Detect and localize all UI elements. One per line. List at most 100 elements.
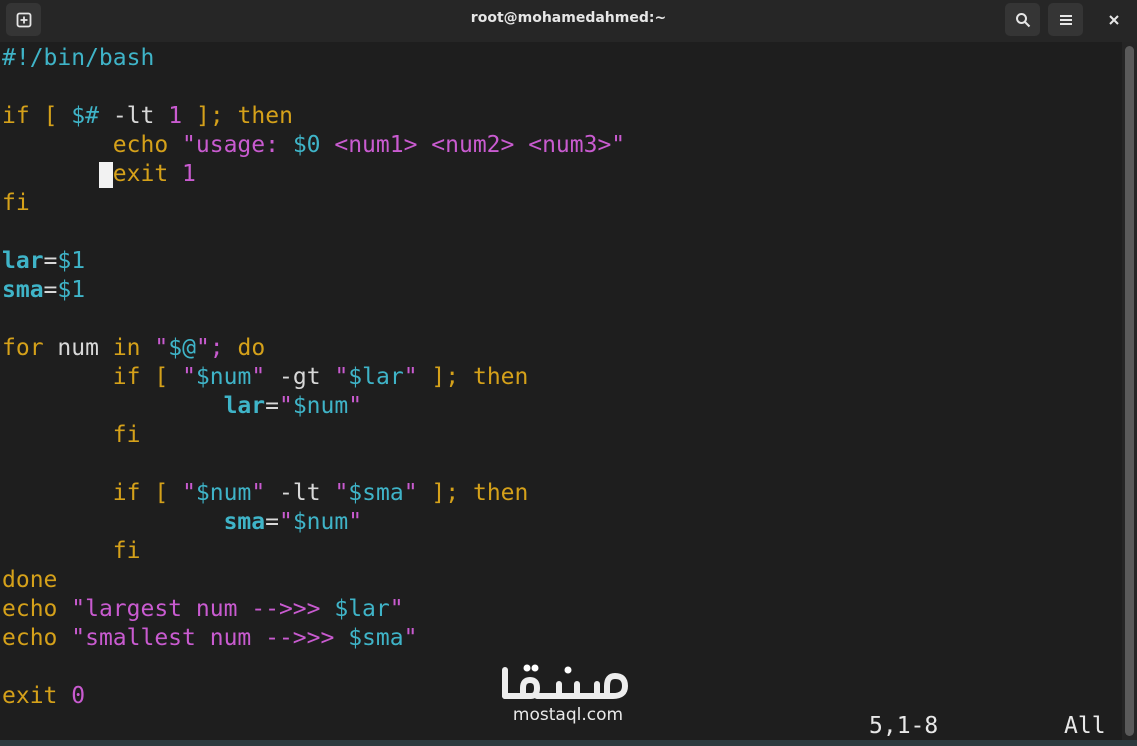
bracket: [ [43,103,58,129]
variable: lar [2,248,44,274]
mostaql-watermark: mostaql.com [497,660,639,730]
window-title: root@mohamedahmed:~ [470,10,667,26]
string: " [348,509,363,535]
code-line: #!/bin/bash [2,44,154,73]
keyword: exit [2,683,58,709]
keyword: then [472,480,529,506]
string: <num1> <num2> <num3>" [320,132,626,158]
variable: sma [2,277,44,303]
string: " [251,480,266,506]
bracket: [ [154,480,169,506]
keyword: then [237,103,293,129]
keyword: exit [112,161,169,187]
code-line: echo "smallest num -->>> $sma" [2,624,417,653]
close-button[interactable] [1096,3,1131,36]
number: 1 [168,103,183,129]
keyword: echo [112,132,169,158]
string: " [182,364,196,390]
variable: $1 [57,248,86,274]
cursor-position: 5,1-8 [869,713,939,739]
variable: $lar [348,364,404,390]
mostaql-logo-icon [502,664,628,699]
code-line: echo "usage: $0 <num1> <num2> <num3>" [2,131,625,160]
keyword: echo [2,596,58,622]
number: 0 [71,683,86,709]
shebang: #!/bin/bash [2,45,155,71]
bracket: ]; [431,364,460,390]
variable: $sma [348,625,404,651]
variable: lar [223,393,266,419]
variable: $0 [292,132,321,158]
bracket: [ [154,364,169,390]
bottom-strip [0,740,1137,746]
bracket: ]; [431,480,460,506]
string: " [403,480,418,506]
string: " [334,480,349,506]
string: " [403,625,418,651]
string: "smallest num -->>> [71,625,349,651]
code-line: sma="$num" [2,508,363,537]
code-line: if [ "$num" -lt "$sma" ]; then [2,479,529,508]
keyword: if [112,364,141,390]
keyword: echo [2,625,58,651]
variable: $@ [168,335,196,361]
variable: $sma [348,480,404,506]
operator: = [43,248,58,274]
string: " [182,480,196,506]
keyword: for [2,335,44,361]
code-line: lar=$1 [2,247,85,276]
operator: -gt [279,364,321,390]
search-button[interactable] [1005,3,1040,36]
vim-editor[interactable]: #!/bin/bash if [ $# -lt 1 ]; then echo "… [0,42,1122,740]
string: " [278,509,293,535]
variable: $num [195,480,252,506]
scroll-indicator: All [1064,713,1106,739]
menu-button[interactable] [1048,3,1083,36]
identifier: num [57,335,99,361]
scrollbar-thumb[interactable] [1125,46,1134,736]
keyword: done [2,567,58,593]
variable: $lar [334,596,390,622]
operator: = [43,277,58,303]
operator: = [265,393,279,419]
string: " [403,364,418,390]
watermark-text: mostaql.com [512,705,624,725]
keyword: fi [112,422,141,448]
variable: sma [223,509,266,535]
variable: $num [195,364,252,390]
code-line: fi [2,421,141,450]
keyword: if [112,480,141,506]
code-line: if [ $# -lt 1 ]; then [2,102,293,131]
keyword: if [2,103,30,129]
code-line: for num in "$@"; do [2,334,265,363]
string: " [251,364,266,390]
variable: $num [292,509,349,535]
operator: = [265,509,279,535]
string: "; [195,335,224,361]
number: 1 [182,161,196,187]
code-line: if [ "$num" -gt "$lar" ]; then [2,363,529,392]
hamburger-menu-icon [1059,14,1072,25]
title-bar: root@mohamedahmed:~ [0,0,1137,43]
search-icon [1015,12,1030,27]
code-line: fi [2,537,141,566]
keyword: in [112,335,141,361]
code-line: lar="$num" [2,392,363,421]
variable: $1 [57,277,86,303]
variable: $# [71,103,99,129]
scrollbar[interactable] [1122,42,1137,740]
code-line: echo "largest num -->>> $lar" [2,595,404,624]
code-line: exit 0 [2,682,85,711]
string: " [348,393,363,419]
string: "largest num -->>> [71,596,335,622]
string: " [389,596,404,622]
text-cursor [99,162,113,188]
string: " [334,364,349,390]
code-line: done [2,566,57,595]
string: " [278,393,293,419]
keyword: do [237,335,266,361]
operator: -lt [279,480,321,506]
keyword: fi [112,538,141,564]
string: "usage: [182,132,293,158]
code-line: fi [2,189,30,218]
